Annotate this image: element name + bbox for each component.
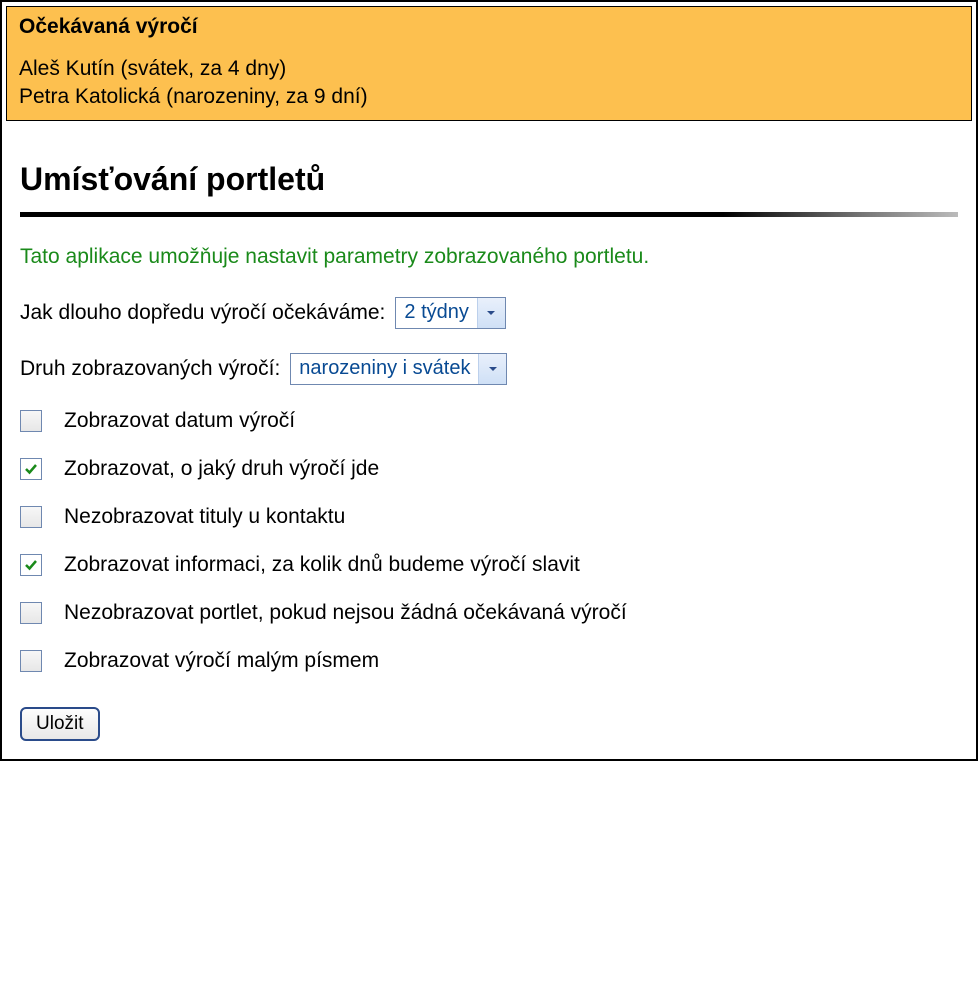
checkbox-label: Zobrazovat datum výročí bbox=[64, 409, 295, 433]
checkbox[interactable] bbox=[20, 650, 42, 672]
checkbox[interactable] bbox=[20, 554, 42, 576]
anniversary-banner: Očekávaná výročí Aleš Kutín (svátek, za … bbox=[6, 6, 972, 121]
checkbox[interactable] bbox=[20, 410, 42, 432]
main-content: Umísťování portletů Tato aplikace umožňu… bbox=[2, 125, 976, 759]
type-label: Druh zobrazovaných výročí: bbox=[20, 357, 280, 381]
type-select-value: narozeniny i svátek bbox=[291, 354, 478, 384]
checkbox-row: Zobrazovat, o jaký druh výročí jde bbox=[20, 457, 958, 481]
checkbox[interactable] bbox=[20, 506, 42, 528]
page-title: Umísťování portletů bbox=[20, 161, 958, 198]
checkbox-row: Zobrazovat výročí malým písmem bbox=[20, 649, 958, 673]
page-description: Tato aplikace umožňuje nastavit parametr… bbox=[20, 245, 958, 269]
banner-title: Očekávaná výročí bbox=[19, 15, 959, 39]
save-button[interactable]: Uložit bbox=[20, 707, 100, 741]
checkbox-row: Nezobrazovat tituly u kontaktu bbox=[20, 505, 958, 529]
checkbox-row: Zobrazovat datum výročí bbox=[20, 409, 958, 433]
checkbox-label: Nezobrazovat portlet, pokud nejsou žádná… bbox=[64, 601, 627, 625]
banner-entry: Aleš Kutín (svátek, za 4 dny) bbox=[19, 55, 959, 83]
lookahead-select-value: 2 týdny bbox=[396, 298, 476, 328]
lookahead-label: Jak dlouho dopředu výročí očekáváme: bbox=[20, 301, 385, 325]
type-select[interactable]: narozeniny i svátek bbox=[290, 353, 507, 385]
checkbox-label: Zobrazovat, o jaký druh výročí jde bbox=[64, 457, 379, 481]
app-container: Očekávaná výročí Aleš Kutín (svátek, za … bbox=[0, 0, 978, 761]
chevron-down-icon bbox=[477, 298, 505, 328]
lookahead-select[interactable]: 2 týdny bbox=[395, 297, 505, 329]
checkbox[interactable] bbox=[20, 458, 42, 480]
title-divider bbox=[20, 212, 958, 217]
checkbox-label: Nezobrazovat tituly u kontaktu bbox=[64, 505, 345, 529]
type-field-row: Druh zobrazovaných výročí: narozeniny i … bbox=[20, 353, 958, 385]
checkbox-label: Zobrazovat výročí malým písmem bbox=[64, 649, 379, 673]
checkbox[interactable] bbox=[20, 602, 42, 624]
checkbox-label: Zobrazovat informaci, za kolik dnů budem… bbox=[64, 553, 580, 577]
checkbox-row: Nezobrazovat portlet, pokud nejsou žádná… bbox=[20, 601, 958, 625]
banner-entry: Petra Katolická (narozeniny, za 9 dní) bbox=[19, 83, 959, 111]
chevron-down-icon bbox=[478, 354, 506, 384]
checkbox-row: Zobrazovat informaci, za kolik dnů budem… bbox=[20, 553, 958, 577]
lookahead-field-row: Jak dlouho dopředu výročí očekáváme: 2 t… bbox=[20, 297, 958, 329]
